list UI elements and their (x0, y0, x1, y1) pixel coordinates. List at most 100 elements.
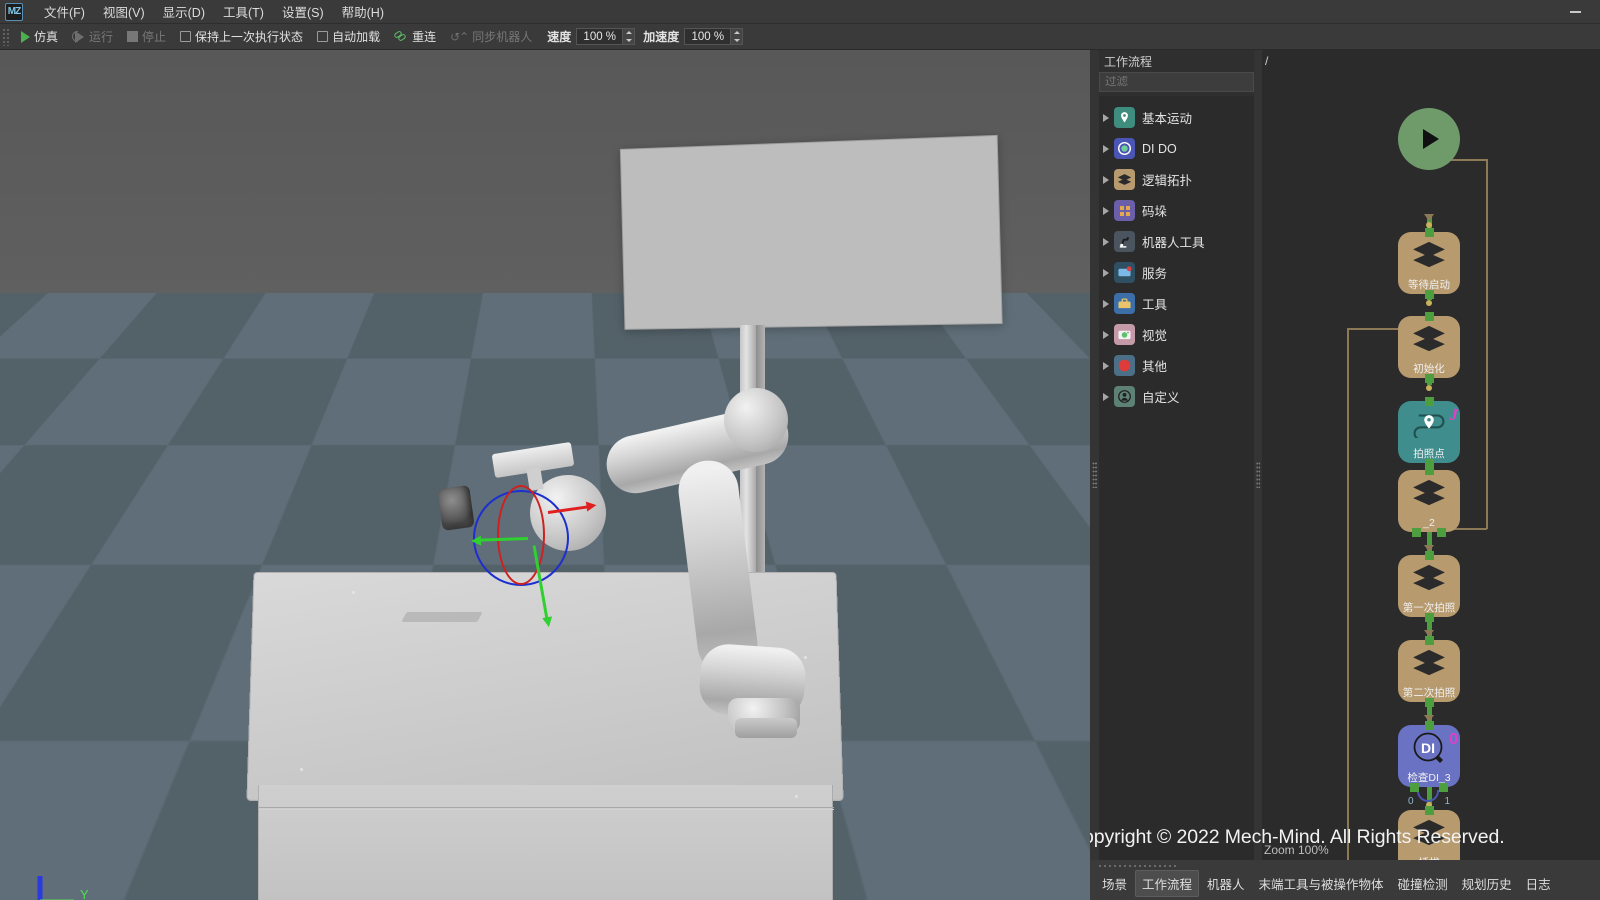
node-input-port[interactable] (1425, 806, 1434, 815)
run-icon (72, 30, 85, 43)
tree-item-robot-tool[interactable]: 机器人工具 (1099, 226, 1254, 257)
node-input-port[interactable] (1425, 636, 1434, 645)
3d-viewport[interactable]: MECH MIND (0, 50, 1090, 900)
tab-robot[interactable]: 机器人 (1201, 871, 1251, 896)
tree-item-logic-topology[interactable]: 逻辑拓扑 (1099, 164, 1254, 195)
tree-item-service[interactable]: 服务 (1099, 257, 1254, 288)
workflow-tree-panel: 工作流程 基本运动 DI DO (1099, 50, 1254, 900)
splitter-handle[interactable] (1256, 462, 1260, 488)
bottom-tabs: 场景 工作流程 机器人 末端工具与被操作物体 碰撞检测 规划历史 日志 (1090, 870, 1559, 897)
auto-load-checkbox[interactable]: 自动加载 (310, 26, 387, 48)
node-input-port[interactable] (1425, 228, 1434, 237)
node-output-port[interactable] (1425, 290, 1434, 299)
chevron-right-icon[interactable] (1103, 300, 1109, 308)
accel-value[interactable]: 100 % (684, 28, 730, 45)
workflow-node-check-di[interactable]: DI 0 检查DI_3 0 1 (1398, 725, 1460, 787)
stack-icon (1412, 564, 1446, 592)
tree-graph-splitter[interactable] (1254, 50, 1262, 900)
stack-icon (1412, 241, 1446, 269)
speed-value[interactable]: 100 % (576, 28, 622, 45)
tab-collision-detection[interactable]: 碰撞检测 (1392, 871, 1454, 896)
breadcrumb[interactable]: / (1262, 50, 1600, 72)
stop-button[interactable]: 停止 (120, 26, 173, 48)
tree-item-basic-motion[interactable]: 基本运动 (1099, 102, 1254, 133)
reconnect-button[interactable]: 重连 (387, 26, 443, 48)
play-icon (1414, 124, 1444, 154)
stack-icon (1114, 169, 1135, 190)
workflow-node-2[interactable]: _2 (1398, 470, 1460, 532)
tab-workflow[interactable]: 工作流程 (1135, 870, 1199, 897)
node-input-port[interactable] (1425, 466, 1434, 475)
filter-row[interactable] (1099, 72, 1254, 92)
node-input-port[interactable] (1425, 721, 1434, 730)
node-output-port[interactable] (1425, 374, 1434, 383)
node-output-port-0[interactable] (1410, 783, 1419, 792)
chevron-right-icon[interactable] (1103, 114, 1109, 122)
bottom-bar-grip[interactable] (1098, 864, 1178, 870)
chevron-right-icon[interactable] (1103, 269, 1109, 277)
chevron-right-icon[interactable] (1103, 331, 1109, 339)
node-input-port[interactable] (1425, 551, 1434, 560)
run-button[interactable]: 运行 (65, 26, 120, 48)
person-icon (1114, 386, 1135, 407)
workflow-node-second-capture[interactable]: 第二次拍照 (1398, 640, 1460, 702)
keep-last-state-checkbox[interactable]: 保持上一次执行状态 (173, 26, 310, 48)
simulate-button[interactable]: 仿真 (14, 26, 65, 48)
minimize-button[interactable] (1560, 0, 1590, 24)
tree-item-di-do[interactable]: DI DO (1099, 133, 1254, 164)
menu-tools[interactable]: 工具(T) (214, 0, 273, 24)
chevron-right-icon[interactable] (1103, 176, 1109, 184)
bottom-tab-bar: 场景 工作流程 机器人 末端工具与被操作物体 碰撞检测 规划历史 日志 (1090, 860, 1600, 900)
loop-connector-left-vertical (1347, 328, 1349, 872)
node-output-port-1[interactable] (1439, 783, 1448, 792)
tab-planning-history[interactable]: 规划历史 (1456, 871, 1518, 896)
tree-item-custom[interactable]: 自定义 (1099, 381, 1254, 412)
accel-spin-arrows[interactable] (730, 28, 743, 45)
tree-item-vision[interactable]: 视觉 (1099, 319, 1254, 350)
tab-log[interactable]: 日志 (1520, 871, 1557, 896)
node-output-port[interactable] (1425, 613, 1434, 622)
workflow-node-wait-start[interactable]: 等待启动 (1398, 232, 1460, 294)
tab-scene[interactable]: 场景 (1096, 871, 1133, 896)
filter-input[interactable] (1100, 76, 1259, 88)
node-output-port-right[interactable] (1437, 528, 1446, 537)
run-label: 运行 (89, 28, 113, 45)
camera-icon (1114, 324, 1135, 345)
node-output-port[interactable] (1425, 698, 1434, 707)
splitter-handle[interactable] (1092, 462, 1097, 488)
speed-spin-arrows[interactable] (622, 28, 635, 45)
toolbar-grip[interactable] (2, 28, 11, 46)
sync-robot-button[interactable]: ↺⌃ 同步机器人 (443, 26, 539, 48)
workflow-category-list: 基本运动 DI DO 逻辑拓扑 码 (1099, 96, 1254, 896)
workflow-graph-panel[interactable]: / (1262, 50, 1600, 900)
node-output-port-left[interactable] (1412, 528, 1421, 537)
workflow-canvas[interactable]: 等待启动 初始化 J (1262, 72, 1600, 862)
viewport-tree-splitter[interactable] (1090, 50, 1099, 900)
workflow-node-first-capture[interactable]: 第一次拍照 (1398, 555, 1460, 617)
speed-stepper[interactable]: 100 % (576, 28, 635, 45)
menu-file[interactable]: 文件(F) (35, 0, 94, 24)
workflow-node-photo-point[interactable]: J 拍照点 (1398, 401, 1460, 463)
chevron-right-icon[interactable] (1103, 238, 1109, 246)
menu-settings[interactable]: 设置(S) (273, 0, 333, 24)
chevron-right-icon[interactable] (1103, 207, 1109, 215)
chevron-right-icon[interactable] (1103, 393, 1109, 401)
accel-stepper[interactable]: 100 % (684, 28, 743, 45)
tree-item-other[interactable]: 其他 (1099, 350, 1254, 381)
node-input-port[interactable] (1425, 312, 1434, 321)
workflow-node-initialize[interactable]: 初始化 (1398, 316, 1460, 378)
chevron-right-icon[interactable] (1103, 145, 1109, 153)
tab-end-tool-objects[interactable]: 末端工具与被操作物体 (1253, 871, 1390, 896)
tree-item-palletizing[interactable]: 码垛 (1099, 195, 1254, 226)
keep-last-state-label: 保持上一次执行状态 (195, 28, 303, 45)
menu-help[interactable]: 帮助(H) (333, 0, 393, 24)
minimize-icon (1570, 11, 1581, 13)
workflow-node-start[interactable] (1398, 108, 1460, 170)
menu-display[interactable]: 显示(D) (154, 0, 214, 24)
stop-label: 停止 (142, 28, 166, 45)
chevron-right-icon[interactable] (1103, 362, 1109, 370)
menu-view[interactable]: 视图(V) (94, 0, 154, 24)
node-input-port[interactable] (1425, 397, 1434, 406)
tree-item-tools[interactable]: 工具 (1099, 288, 1254, 319)
scene-table-marker (401, 612, 482, 622)
